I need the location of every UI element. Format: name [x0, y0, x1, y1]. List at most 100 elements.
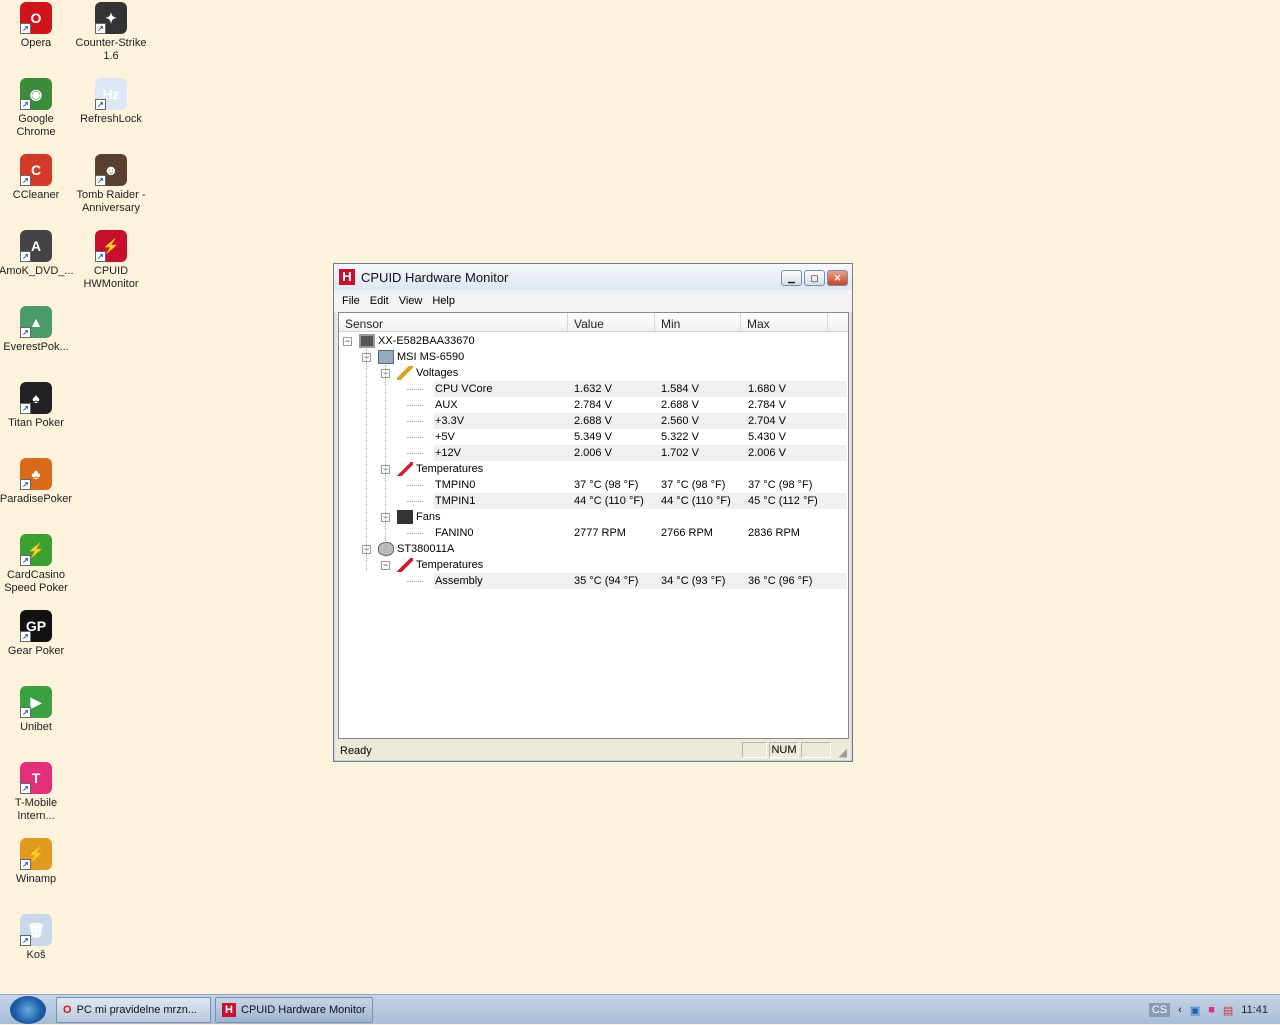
collapse-toggle-icon[interactable]: −	[381, 561, 390, 570]
desktop-icon[interactable]: Hz ↗ RefreshLock	[74, 78, 148, 126]
resize-grip-icon[interactable]: ◢	[839, 746, 847, 759]
shortcut-arrow-icon: ↗	[95, 175, 106, 186]
desktop-icon[interactable]: GP ↗ Gear Poker	[0, 610, 73, 658]
tree-node[interactable]: − Voltages	[339, 365, 847, 381]
menu-file[interactable]: File	[337, 295, 365, 307]
status-text: Ready	[340, 744, 372, 757]
sensor-row[interactable]: +12V 2.006 V 1.702 V 2.006 V	[339, 445, 847, 461]
minimize-button[interactable]: ▁	[781, 270, 802, 286]
sensor-row[interactable]: +5V 5.349 V 5.322 V 5.430 V	[339, 429, 847, 445]
shortcut-arrow-icon: ↗	[20, 403, 31, 414]
desktop-icon[interactable]: ⚡ ↗ CPUID HWMonitor	[74, 230, 148, 291]
desktop-icon[interactable]: ◉ ↗ Google Chrome	[0, 78, 73, 139]
menu-help[interactable]: Help	[427, 295, 460, 307]
sensor-max: 37 °C (98 °F)	[748, 479, 813, 491]
menu-edit[interactable]: Edit	[365, 295, 394, 307]
start-button[interactable]	[10, 996, 46, 1024]
sensor-name: TMPIN1	[435, 495, 476, 507]
menu-view[interactable]: View	[394, 295, 428, 307]
sensor-row[interactable]: +3.3V 2.688 V 2.560 V 2.704 V	[339, 413, 847, 429]
close-button[interactable]: ✕	[827, 270, 848, 286]
collapse-toggle-icon[interactable]: −	[343, 337, 352, 346]
sensor-name: +5V	[435, 431, 455, 443]
tree-guide-line	[366, 349, 367, 571]
tree-node[interactable]: − Fans	[339, 509, 847, 525]
tree-node[interactable]: − MSI MS-6590	[339, 349, 847, 365]
tree-node[interactable]: − Temperatures	[339, 557, 847, 573]
desktop-icon[interactable]: ⚡ ↗ CardCasino Speed Poker	[0, 534, 73, 595]
app-icon: O ↗	[20, 2, 52, 34]
desktop-icon-label: Unibet	[20, 721, 52, 733]
connection-icon[interactable]: ▤	[1223, 1004, 1233, 1017]
shortcut-arrow-icon: ↗	[20, 859, 31, 870]
sensor-value: 35 °C (94 °F)	[574, 575, 639, 587]
sensor-row[interactable]: CPU VCore 1.632 V 1.584 V 1.680 V	[339, 381, 847, 397]
sensor-value: 2.006 V	[574, 447, 612, 459]
tree-node[interactable]: − ST380011A	[339, 541, 847, 557]
desktop-icon[interactable]: C ↗ CCleaner	[0, 154, 73, 202]
sensor-row[interactable]: AUX 2.784 V 2.688 V 2.784 V	[339, 397, 847, 413]
thermometer-icon	[397, 462, 413, 476]
computer-icon	[359, 334, 375, 348]
column-min[interactable]: Min	[655, 313, 741, 331]
sensor-name: Assembly	[435, 575, 483, 587]
desktop-icon-label: Titan Poker	[8, 417, 64, 429]
desktop-icon[interactable]: O ↗ Opera	[0, 2, 73, 50]
desktop-icon[interactable]: ☻ ↗ Tomb Raider - Anniversary	[74, 154, 148, 215]
desktop-icon[interactable]: T ↗ T-Mobile Intern...	[0, 762, 73, 823]
desktop-icon-label: AmoK_DVD_...	[0, 265, 74, 277]
status-pane-scroll	[801, 742, 831, 758]
desktop-icon[interactable]: ♣ ↗ ParadisePoker	[0, 458, 73, 506]
app-icon: T ↗	[20, 762, 52, 794]
shortcut-arrow-icon: ↗	[20, 99, 31, 110]
desktop-icon-label: CPUID HWMonitor	[83, 265, 139, 290]
shortcut-arrow-icon: ↗	[20, 327, 31, 338]
shortcut-arrow-icon: ↗	[20, 935, 31, 946]
desktop-icon[interactable]: ⚡ ↗ Winamp	[0, 838, 73, 886]
shortcut-arrow-icon: ↗	[20, 631, 31, 642]
desktop-icon-label: CCleaner	[12, 189, 60, 201]
sensor-min: 2.688 V	[661, 399, 699, 411]
app-icon: ⚡ ↗	[95, 230, 127, 262]
app-icon: 🗑 ↗	[20, 914, 52, 946]
network-icon[interactable]: ▣	[1190, 1004, 1200, 1017]
sensor-row[interactable]: FANIN0 2777 RPM 2766 RPM 2836 RPM	[339, 525, 847, 541]
desktop-icon[interactable]: A ↗ AmoK_DVD_...	[0, 230, 74, 278]
sensor-row[interactable]: TMPIN0 37 °C (98 °F) 37 °C (98 °F) 37 °C (9…	[339, 477, 847, 493]
task-opera[interactable]: O PC mi pravidelne mrzn...	[56, 997, 211, 1023]
sensor-value: 44 °C (110 °F)	[574, 495, 644, 507]
desktop-icon[interactable]: ♠ ↗ Titan Poker	[0, 382, 73, 430]
tmobile-icon[interactable]: ■	[1208, 1004, 1215, 1016]
app-icon: A ↗	[20, 230, 52, 262]
task-label: CPUID Hardware Monitor	[241, 1004, 366, 1016]
menu-bar: File Edit View Help	[334, 290, 852, 312]
desktop-icon[interactable]: 🗑 ↗ Koš	[0, 914, 73, 962]
column-sensor[interactable]: Sensor	[339, 313, 568, 331]
fan-icon	[397, 510, 413, 524]
column-value[interactable]: Value	[568, 313, 655, 331]
sensor-tree-list[interactable]: Sensor Value Min Max − XX-E582BAA33670− MS…	[338, 312, 849, 739]
desktop-icon-label: CardCasino Speed Poker	[4, 569, 68, 594]
shortcut-arrow-icon: ↗	[20, 479, 31, 490]
sensor-min: 1.584 V	[661, 383, 699, 395]
taskbar: O PC mi pravidelne mrzn... H CPUID Hardw…	[0, 994, 1280, 1024]
tree-node[interactable]: − XX-E582BAA33670	[339, 333, 847, 349]
hard-disk-icon	[378, 542, 394, 556]
maximize-button[interactable]: ▢	[804, 270, 825, 286]
sensor-row[interactable]: TMPIN1 44 °C (110 °F) 44 °C (110 °F) 45 °C …	[339, 493, 847, 509]
desktop-icon[interactable]: ✦ ↗ Counter-Strike 1.6	[74, 2, 148, 63]
sensor-min: 1.702 V	[661, 447, 699, 459]
show-hidden-icons-chevron-icon[interactable]: ‹	[1178, 1004, 1182, 1016]
desktop-icon[interactable]: ▲ ↗ EverestPok...	[0, 306, 73, 354]
task-hwmonitor[interactable]: H CPUID Hardware Monitor	[215, 997, 373, 1023]
node-label: Temperatures	[416, 463, 484, 475]
language-indicator[interactable]: CS	[1148, 1003, 1171, 1017]
title-bar[interactable]: H CPUID Hardware Monitor ▁ ▢ ✕	[334, 264, 852, 290]
clock[interactable]: 11:41	[1241, 1004, 1268, 1016]
tree-node[interactable]: − Temperatures	[339, 461, 847, 477]
app-icon: Hz ↗	[95, 78, 127, 110]
column-max[interactable]: Max	[741, 313, 828, 331]
desktop-icon[interactable]: ▶ ↗ Unibet	[0, 686, 73, 734]
sensor-row[interactable]: Assembly 35 °C (94 °F) 34 °C (93 °F) 36 °C …	[339, 573, 847, 589]
shortcut-arrow-icon: ↗	[20, 251, 31, 262]
